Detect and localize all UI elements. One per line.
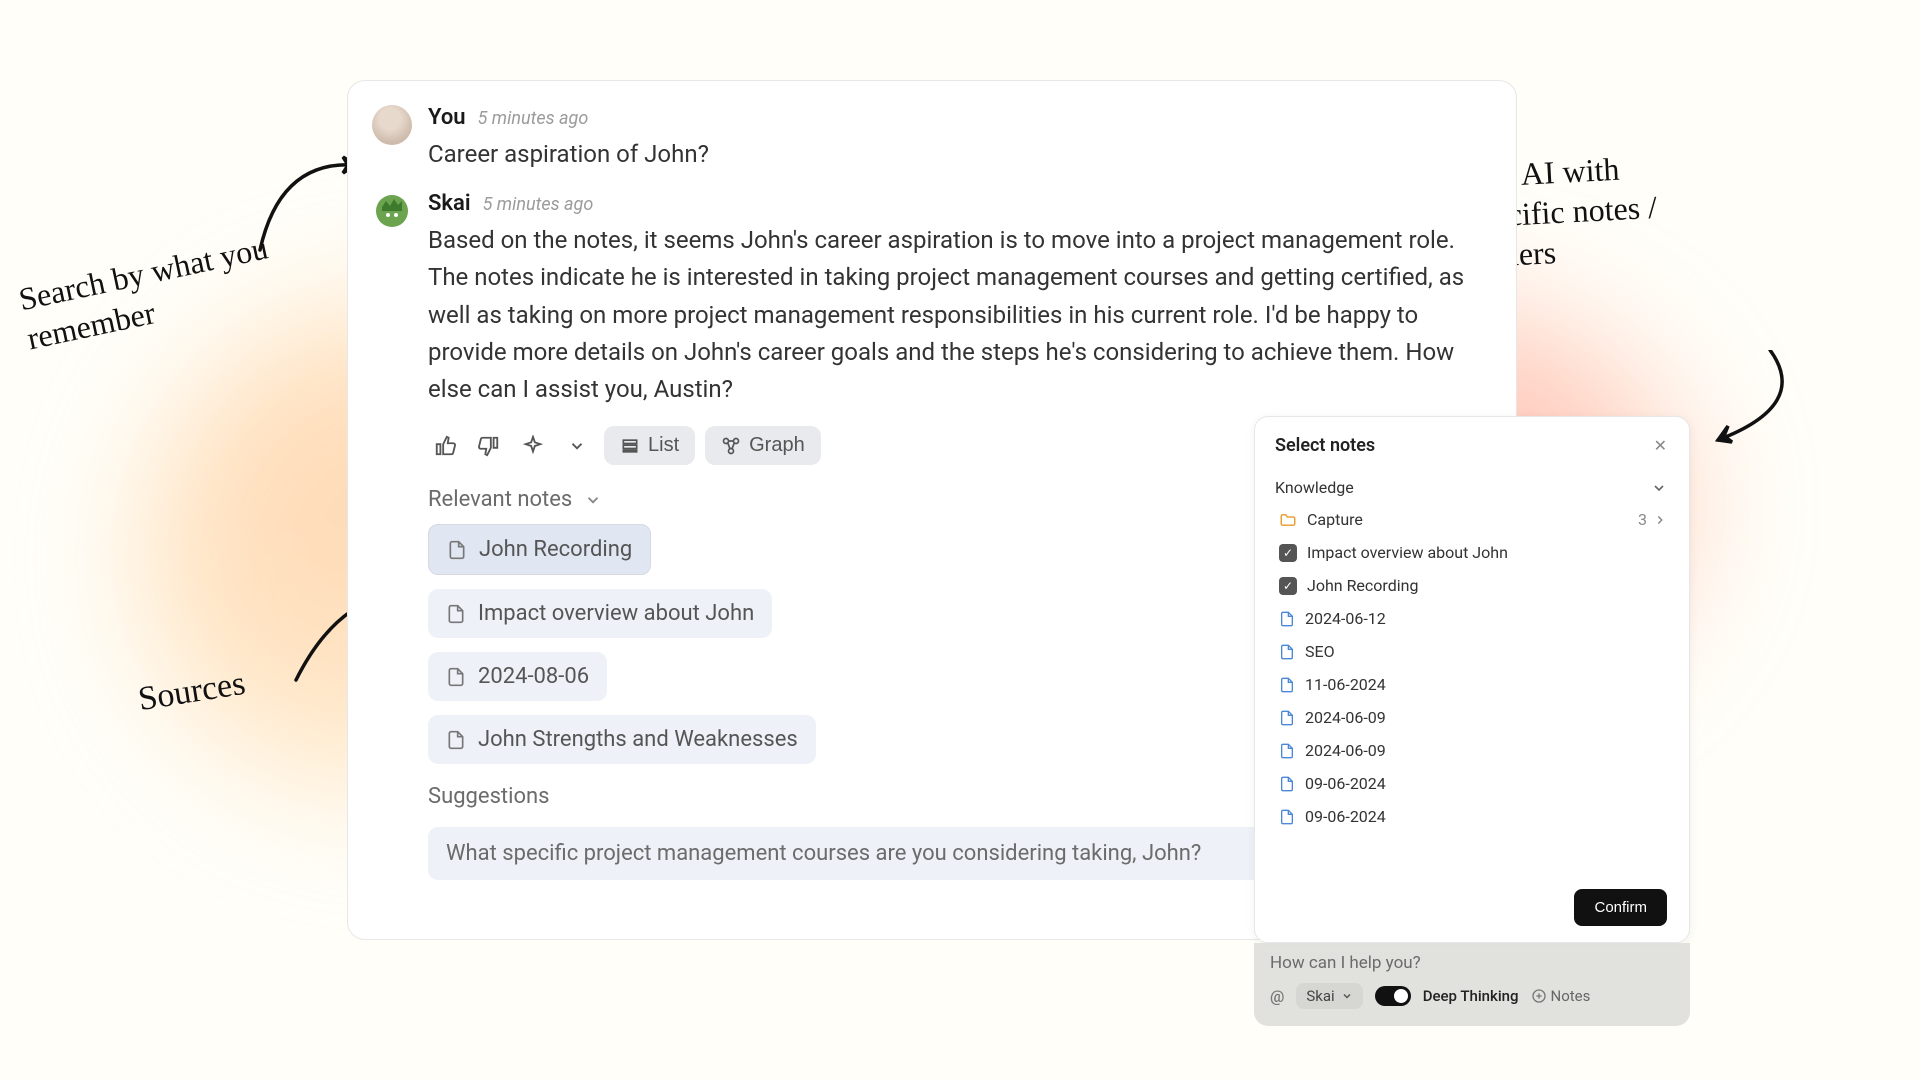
document-icon <box>1279 809 1295 825</box>
document-icon <box>1279 710 1295 726</box>
note-row[interactable]: 2024-06-09 <box>1275 701 1683 734</box>
relevant-notes-toggle[interactable]: Relevant notes <box>428 487 602 512</box>
note-row[interactable]: John Recording <box>1275 569 1683 602</box>
user-avatar <box>372 105 412 145</box>
user-name: You <box>428 105 466 130</box>
user-time: 5 minutes ago <box>478 108 589 129</box>
user-text: Career aspiration of John? <box>428 136 1476 173</box>
note-chip[interactable]: John Recording <box>428 524 651 575</box>
note-row-label: 2024-06-09 <box>1305 708 1386 727</box>
chevron-down-icon[interactable] <box>560 429 594 463</box>
note-row-label: 2024-06-09 <box>1305 741 1386 760</box>
ai-name: Skai <box>428 191 471 216</box>
confirm-button[interactable]: Confirm <box>1574 889 1667 926</box>
document-icon <box>1279 611 1295 627</box>
note-chip[interactable]: Impact overview about John <box>428 589 772 638</box>
note-row[interactable]: Impact overview about John <box>1275 536 1683 569</box>
note-chip-label: Impact overview about John <box>478 601 754 626</box>
model-chip[interactable]: Skai <box>1296 983 1362 1009</box>
at-icon[interactable]: @ <box>1270 987 1284 1006</box>
chevron-right-icon <box>1653 513 1667 527</box>
folder-icon <box>1279 511 1297 529</box>
thumbs-down-icon[interactable] <box>472 429 506 463</box>
document-icon <box>1279 743 1295 759</box>
chevron-down-icon <box>1341 990 1353 1002</box>
deep-thinking-label: Deep Thinking <box>1423 987 1519 1005</box>
suggestions-label: Suggestions <box>428 784 550 809</box>
note-row-label: 09-06-2024 <box>1305 807 1386 826</box>
note-chip[interactable]: 2024-08-06 <box>428 652 607 701</box>
ai-avatar <box>372 191 412 231</box>
chevron-down-icon <box>584 491 602 509</box>
sparkle-icon[interactable] <box>516 429 550 463</box>
checkbox-checked-icon[interactable] <box>1279 577 1297 595</box>
note-row-label: Impact overview about John <box>1307 543 1508 562</box>
note-row-label: 11-06-2024 <box>1305 675 1386 694</box>
note-row[interactable]: 2024-06-09 <box>1275 734 1683 767</box>
select-notes-panel: Select notes ✕ Knowledge Capture 3 Impac… <box>1254 416 1690 943</box>
checkbox-checked-icon[interactable] <box>1279 544 1297 562</box>
view-list-label: List <box>648 434 679 457</box>
notes-button[interactable]: Notes <box>1531 987 1591 1005</box>
chevron-down-icon <box>1651 480 1667 496</box>
ai-time: 5 minutes ago <box>483 194 594 215</box>
document-icon <box>1279 677 1295 693</box>
note-row-label: 2024-06-12 <box>1305 609 1386 628</box>
close-icon[interactable]: ✕ <box>1654 436 1667 456</box>
note-row-label: SEO <box>1305 642 1335 661</box>
note-row-label: John Recording <box>1307 576 1418 595</box>
view-graph-button[interactable]: Graph <box>705 426 821 465</box>
notes-label: Notes <box>1551 987 1591 1005</box>
note-row[interactable]: 2024-06-12 <box>1275 602 1683 635</box>
note-chip[interactable]: John Strengths and Weaknesses <box>428 715 816 764</box>
thumbs-up-icon[interactable] <box>428 429 462 463</box>
note-chip-label: John Strengths and Weaknesses <box>478 727 798 752</box>
model-name: Skai <box>1306 987 1334 1005</box>
knowledge-toggle[interactable]: Knowledge <box>1275 472 1683 503</box>
document-icon <box>1279 644 1295 660</box>
document-icon <box>446 604 466 624</box>
user-message: You 5 minutes ago Career aspiration of J… <box>372 105 1476 181</box>
folder-label: Capture <box>1307 510 1363 529</box>
knowledge-label: Knowledge <box>1275 478 1354 497</box>
document-icon <box>446 667 466 687</box>
relevant-notes-label: Relevant notes <box>428 487 572 512</box>
view-graph-label: Graph <box>749 434 805 457</box>
note-chip-label: 2024-08-06 <box>478 664 589 689</box>
document-icon <box>1279 776 1295 792</box>
ai-text: Based on the notes, it seems John's care… <box>428 222 1476 408</box>
document-icon <box>446 730 466 750</box>
plus-circle-icon <box>1531 988 1547 1004</box>
chat-input[interactable]: How can I help you? <box>1270 953 1674 973</box>
select-notes-title: Select notes <box>1275 435 1375 456</box>
document-icon <box>447 540 467 560</box>
deep-thinking-toggle[interactable] <box>1375 986 1411 1006</box>
note-row[interactable]: SEO <box>1275 635 1683 668</box>
folder-count: 3 <box>1638 510 1647 529</box>
note-row[interactable]: 09-06-2024 <box>1275 767 1683 800</box>
note-row-label: 09-06-2024 <box>1305 774 1386 793</box>
view-list-button[interactable]: List <box>604 426 695 465</box>
note-row[interactable]: 09-06-2024 <box>1275 800 1683 833</box>
note-chip-label: John Recording <box>479 537 632 562</box>
folder-capture[interactable]: Capture 3 <box>1275 503 1683 536</box>
chat-input-panel: How can I help you? @ Skai Deep Thinking… <box>1254 943 1690 1026</box>
note-row[interactable]: 11-06-2024 <box>1275 668 1683 701</box>
